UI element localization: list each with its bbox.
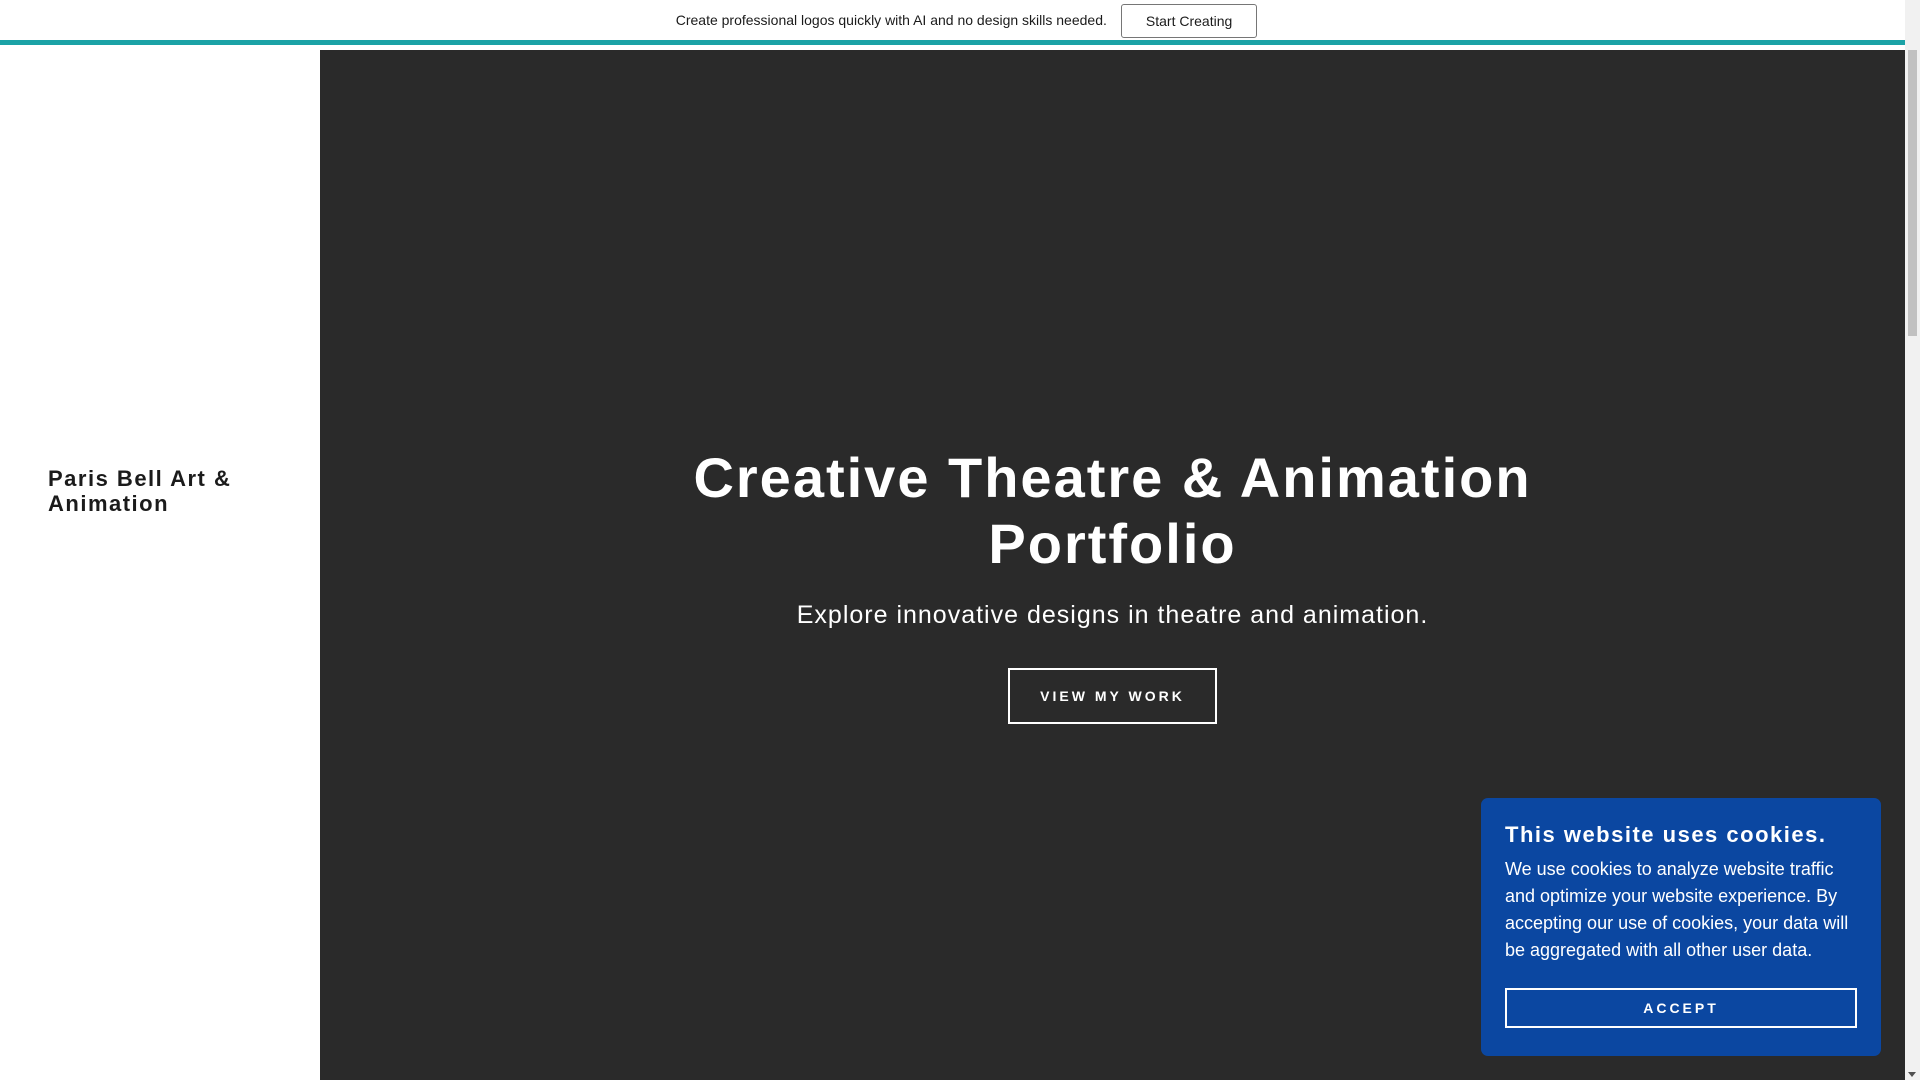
view-my-work-button[interactable]: VIEW MY WORK	[1008, 668, 1217, 724]
cookie-title: This website uses cookies.	[1505, 822, 1827, 847]
start-creating-button[interactable]: Start Creating	[1120, 4, 1258, 38]
promo-text: Create professional logos quickly with A…	[675, 12, 1107, 28]
page-scrollbar[interactable]	[1905, 0, 1920, 1080]
hero-title: Creative Theatre & Animation Portfolio	[693, 446, 1532, 575]
promo-banner: Create professional logos quickly with A…	[0, 0, 1905, 45]
accept-cookies-button[interactable]: ACCEPT	[1505, 988, 1857, 1028]
page: Create professional logos quickly with A…	[0, 0, 1920, 1080]
site-title[interactable]: Paris Bell Art & Animation	[48, 466, 298, 516]
cookie-text: We use cookies to analyze website traffi…	[1505, 859, 1849, 960]
sidebar: Paris Bell Art & Animation	[0, 50, 320, 1080]
chevron-down-icon[interactable]	[1908, 1072, 1916, 1077]
scrollbar-thumb[interactable]	[1908, 50, 1917, 336]
hero-content: Creative Theatre & Animation Portfolio E…	[320, 445, 1905, 724]
cookie-banner: This website uses cookies. We use cookie…	[1481, 798, 1881, 1056]
hero-subtitle: Explore innovative designs in theatre an…	[796, 601, 1429, 629]
